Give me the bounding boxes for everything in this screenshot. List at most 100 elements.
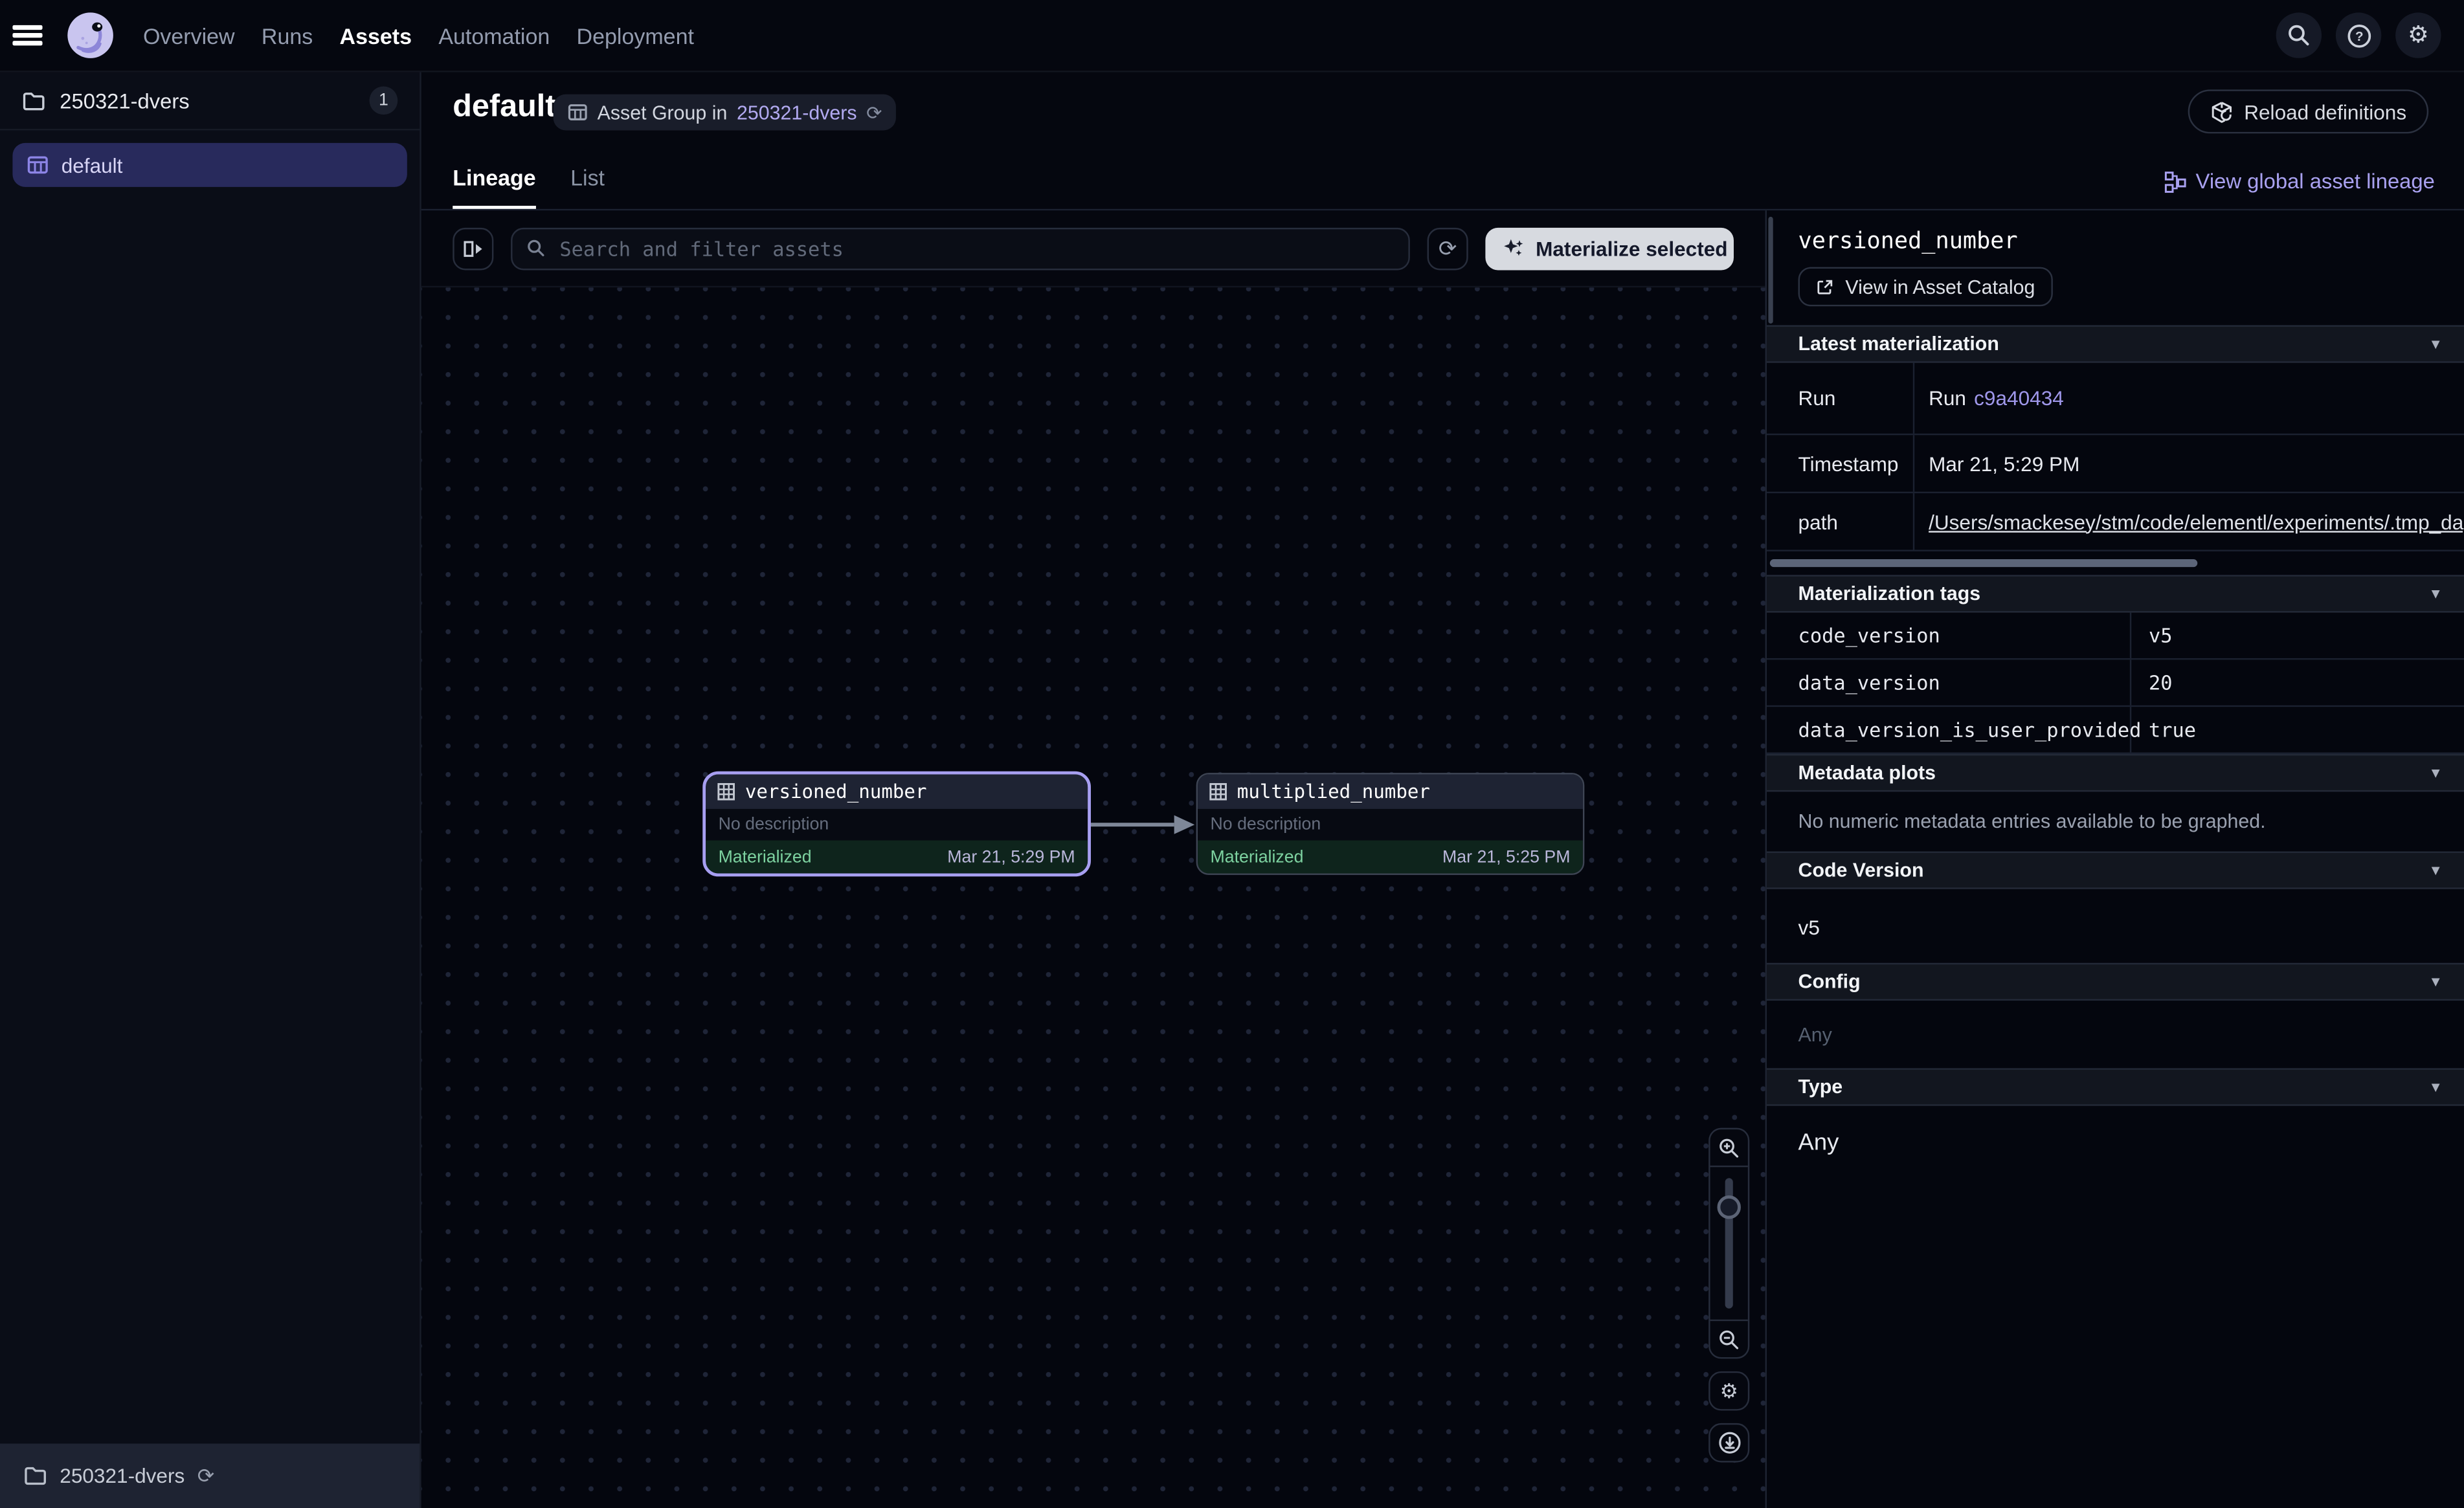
sidebar-item-default[interactable]: default — [12, 143, 407, 187]
primary-nav: Overview Runs Assets Automation Deployme… — [143, 23, 694, 48]
asset-node-description: No description — [1198, 809, 1583, 841]
materialize-main[interactable]: Materialize selected — [1485, 236, 1734, 260]
dagster-logo[interactable] — [66, 11, 115, 60]
search-icon — [2287, 23, 2311, 47]
hamburger-menu-button[interactable] — [0, 0, 54, 71]
path-link[interactable]: /Users/smackesey/stm/code/elementl/exper… — [1929, 510, 2464, 533]
zoom-out-icon — [1718, 1328, 1740, 1350]
lineage-graph-canvas[interactable]: versioned_number No description Material… — [421, 287, 1765, 1508]
sidebar-item-label: default — [62, 153, 123, 177]
materialize-selected-label: Materialize selected — [1536, 236, 1728, 260]
timestamp-row-label: Timestamp — [1767, 435, 1914, 491]
tag-row: data_version 20 — [1767, 660, 2464, 707]
tag-value: v5 — [2131, 613, 2464, 658]
top-actions: ? ⚙ — [2276, 12, 2464, 58]
badge-group-link[interactable]: 250321-dvers — [737, 102, 857, 124]
search-input[interactable] — [556, 235, 1394, 261]
asset-node-description: No description — [706, 809, 1088, 841]
zoom-in-icon — [1718, 1137, 1740, 1159]
chevron-down-icon: ▼ — [2428, 862, 2443, 878]
help-button[interactable]: ? — [2336, 12, 2381, 58]
nav-automation[interactable]: Automation — [438, 23, 550, 48]
gear-icon: ⚙ — [1720, 1380, 1738, 1401]
collapse-panel-button[interactable] — [453, 227, 493, 270]
row-run: Run Run c9a40434 — [1767, 363, 2464, 436]
zoom-slider-thumb[interactable] — [1718, 1195, 1741, 1219]
panel-horizontal-scrollbar — [1767, 551, 2464, 575]
section-code-version[interactable]: Code Version ▼ — [1767, 851, 2464, 889]
nav-overview[interactable]: Overview — [143, 23, 235, 48]
run-prefix: Run — [1929, 386, 1966, 410]
asset-group-badge[interactable]: Asset Group in 250321-dvers ⟳ — [554, 94, 897, 131]
view-global-asset-lineage-link[interactable]: View global asset lineage — [2164, 170, 2435, 193]
asset-search-box — [511, 227, 1410, 270]
search-button[interactable] — [2276, 12, 2322, 58]
view-tabs: Lineage List — [453, 165, 605, 209]
nav-assets[interactable]: Assets — [340, 23, 412, 48]
folder-icon — [22, 91, 45, 111]
nav-deployment[interactable]: Deployment — [577, 23, 694, 48]
reload-definitions-button[interactable]: Reload definitions — [2188, 89, 2428, 133]
badge-prefix: Asset Group in — [598, 102, 728, 124]
help-icon: ? — [2346, 23, 2371, 48]
folder-icon — [23, 1465, 47, 1486]
lineage-edge-arrow — [1088, 809, 1198, 841]
run-row-label: Run — [1767, 363, 1914, 434]
code-version-value: v5 — [1767, 889, 2464, 963]
section-label: Metadata plots — [1798, 762, 1936, 784]
app-root: Overview Runs Assets Automation Deployme… — [0, 0, 2464, 1508]
view-in-asset-catalog-label: View in Asset Catalog — [1845, 276, 2035, 298]
run-id-link[interactable]: c9a40434 — [1974, 386, 2064, 410]
zoom-out-button[interactable] — [1710, 1320, 1748, 1357]
section-config[interactable]: Config ▼ — [1767, 963, 2464, 1001]
section-type[interactable]: Type ▼ — [1767, 1068, 2464, 1105]
panel-toggle-icon — [462, 238, 484, 259]
section-metadata-plots[interactable]: Metadata plots ▼ — [1767, 754, 2464, 792]
path-row-label: path — [1767, 493, 1914, 549]
graph-settings-button[interactable]: ⚙ — [1708, 1371, 1749, 1411]
section-materialization-tags[interactable]: Materialization tags ▼ — [1767, 575, 2464, 612]
settings-button[interactable]: ⚙ — [2395, 12, 2441, 58]
run-row-value: Run c9a40434 — [1914, 363, 2464, 434]
lineage-pane: ⟳ Materialize selected ▼ — [421, 210, 1765, 1508]
section-label: Latest materialization — [1798, 333, 1999, 355]
section-label: Type — [1798, 1076, 1843, 1098]
zoom-slider[interactable] — [1710, 1167, 1748, 1319]
timestamp-row-value: Mar 21, 5:29 PM — [1914, 435, 2464, 491]
lineage-toolbar: ⟳ Materialize selected ▼ — [421, 210, 1765, 287]
selected-asset-name: versioned_number — [1798, 229, 2434, 254]
asset-node-versioned-number[interactable]: versioned_number No description Material… — [702, 771, 1091, 877]
asset-group-icon — [567, 102, 588, 123]
hamburger-icon — [12, 21, 41, 50]
external-link-icon — [1815, 277, 1834, 296]
tab-lineage[interactable]: Lineage — [453, 165, 535, 209]
refresh-icon[interactable]: ⟳ — [866, 103, 882, 122]
tag-key: data_version_is_user_provided — [1767, 707, 2131, 752]
horizontal-scrollbar-thumb[interactable] — [1770, 559, 2197, 567]
sidebar-footer: 250321-dvers ⟳ — [0, 1443, 420, 1508]
materialized-timestamp: Mar 21, 5:29 PM — [947, 847, 1075, 866]
asset-group-icon — [27, 154, 49, 176]
refresh-icon[interactable]: ⟳ — [197, 1465, 214, 1486]
nav-runs[interactable]: Runs — [262, 23, 313, 48]
chevron-down-icon: ▼ — [2428, 586, 2443, 601]
tab-list[interactable]: List — [570, 165, 605, 209]
sidebar-group-count-badge: 1 — [370, 86, 398, 115]
reload-definitions-label: Reload definitions — [2244, 100, 2406, 123]
asset-node-header: multiplied_number — [1198, 775, 1583, 809]
search-icon — [526, 239, 545, 258]
section-latest-materialization[interactable]: Latest materialization ▼ — [1767, 325, 2464, 362]
zoom-in-button[interactable] — [1710, 1129, 1748, 1167]
refresh-graph-button[interactable]: ⟳ — [1428, 227, 1468, 270]
panel-scrollbar-thumb[interactable] — [1768, 217, 1773, 324]
panel-header: versioned_number View in Asset Catalog — [1767, 210, 2464, 325]
asset-node-multiplied-number[interactable]: multiplied_number No description Materia… — [1196, 773, 1585, 875]
svg-text:?: ? — [2355, 28, 2363, 43]
sidebar-group-row[interactable]: 250321-dvers 1 — [0, 72, 420, 131]
materialized-status: Materialized — [1211, 847, 1304, 866]
materialize-selected-button[interactable]: Materialize selected ▼ — [1485, 227, 1734, 270]
graph-zoom-controls: ⚙ — [1708, 1128, 1749, 1463]
download-graph-button[interactable] — [1708, 1423, 1749, 1463]
view-in-asset-catalog-button[interactable]: View in Asset Catalog — [1798, 267, 2053, 307]
asset-node-status-row: Materialized Mar 21, 5:25 PM — [1198, 840, 1583, 873]
